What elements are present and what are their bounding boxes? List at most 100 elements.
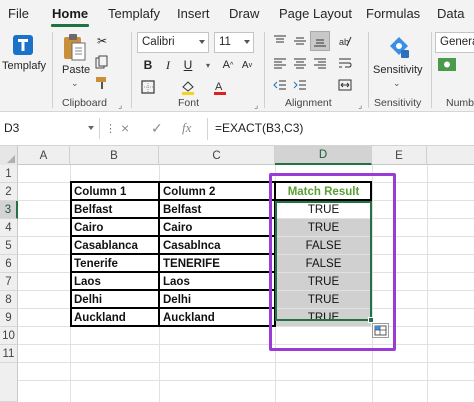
row-header-7[interactable]: 7 [0, 273, 18, 291]
align-middle-icon[interactable] [290, 31, 310, 51]
column-header-c[interactable]: C [159, 146, 275, 165]
tab-page-layout[interactable]: Page Layout [279, 6, 352, 21]
tab-formulas[interactable]: Formulas [366, 6, 420, 21]
active-tab-indicator [51, 24, 89, 27]
font-color-icon[interactable]: A [210, 77, 230, 97]
row-header-10[interactable]: 10 [0, 327, 18, 345]
row-header-2[interactable]: 2 [0, 183, 18, 201]
templafy-icon[interactable] [12, 34, 34, 56]
tab-templafy[interactable]: Templafy [108, 6, 160, 21]
group-separator [431, 32, 432, 108]
select-all-triangle-icon [7, 155, 15, 163]
align-center-icon[interactable] [290, 53, 310, 73]
align-bottom-icon[interactable] [310, 31, 330, 51]
paste-icon[interactable] [61, 33, 87, 63]
cancel-icon[interactable]: × [121, 120, 129, 136]
formula-input[interactable]: =EXACT(B3,C3) [215, 121, 303, 135]
copy-icon[interactable] [92, 52, 112, 72]
column-header-a[interactable]: A [18, 146, 70, 165]
table-border [70, 235, 275, 237]
table-border [70, 271, 275, 273]
row-header-8[interactable]: 8 [0, 291, 18, 309]
increase-font-size-button[interactable]: A ^ [218, 55, 238, 75]
table-border [158, 181, 160, 327]
gridline [427, 165, 428, 402]
formula-bar: D3 ⋮ × ✓ fx =EXACT(B3,C3) [0, 112, 474, 146]
chevron-down-icon [244, 40, 250, 44]
decrease-font-size-button[interactable]: Av [237, 55, 257, 75]
table-border [70, 325, 275, 327]
tab-file[interactable]: File [8, 6, 29, 21]
column-header-e[interactable]: E [372, 146, 427, 165]
more-options-icon[interactable]: ⋮ [105, 122, 116, 135]
accounting-format-icon[interactable] [437, 56, 459, 74]
underline-button[interactable]: U [178, 55, 198, 75]
clipboard-group-label: Clipboard [62, 97, 107, 109]
tab-data[interactable]: Data [437, 6, 464, 21]
paste-dropdown-chevron-icon[interactable]: ⌄ [71, 78, 79, 89]
row-header-11[interactable]: 11 [0, 345, 18, 363]
svg-text:A: A [215, 81, 223, 93]
column-header-f[interactable] [427, 146, 474, 165]
underline-dropdown-chevron-icon[interactable]: ▾ [198, 55, 218, 75]
gridline [18, 344, 474, 345]
row-header-5[interactable]: 5 [0, 237, 18, 255]
column-header-b[interactable]: B [70, 146, 159, 165]
align-top-icon[interactable] [270, 31, 290, 51]
italic-button[interactable]: I [158, 55, 178, 75]
tab-home[interactable]: Home [52, 6, 88, 21]
font-size-combo[interactable]: 11 [214, 32, 254, 53]
align-right-icon[interactable] [310, 53, 330, 73]
alignment-dialog-launcher-icon[interactable]: ⌟ [358, 100, 362, 111]
align-left-icon[interactable] [270, 53, 290, 73]
decrease-indent-icon[interactable] [270, 75, 290, 95]
bold-button[interactable]: B [138, 55, 158, 75]
clipboard-dialog-launcher-icon[interactable]: ⌟ [118, 100, 122, 111]
sensitivity-button-label[interactable]: Sensitivity [373, 64, 423, 76]
ribbon: Templafy Paste ⌄ ✂ Clipboard ⌟ Calibri 1… [0, 28, 474, 112]
orientation-icon[interactable]: ab [335, 31, 355, 51]
cut-icon[interactable]: ✂ [92, 31, 112, 51]
column-header-d[interactable]: D [275, 146, 372, 165]
select-all-button[interactable] [0, 146, 18, 165]
gridline [18, 362, 474, 363]
name-box-chevron-down-icon[interactable] [88, 126, 94, 130]
table-border [70, 181, 72, 327]
increase-indent-icon[interactable] [290, 75, 310, 95]
row-header-6[interactable]: 6 [0, 255, 18, 273]
table-border [70, 217, 275, 219]
group-separator [264, 32, 265, 108]
number-group-label: Numbe [446, 97, 474, 109]
font-dialog-launcher-icon[interactable]: ⌟ [254, 100, 258, 111]
group-separator [131, 32, 132, 108]
row-header-3[interactable]: 3 [0, 201, 18, 219]
row-header-1[interactable]: 1 [0, 165, 18, 183]
templafy-button-label[interactable]: Templafy [2, 60, 46, 72]
format-painter-icon[interactable] [92, 73, 112, 93]
chevron-down-icon [199, 40, 205, 44]
sensitivity-group-label: Sensitivity [374, 97, 422, 109]
number-format-combo[interactable]: General [435, 32, 474, 53]
fill-color-icon[interactable] [178, 77, 198, 97]
sensitivity-dropdown-chevron-icon[interactable]: ⌄ [393, 78, 401, 89]
name-box[interactable]: D3 [0, 118, 100, 139]
alignment-group-label: Alignment [285, 97, 332, 109]
wrap-text-icon[interactable] [335, 53, 355, 73]
sensitivity-icon[interactable] [387, 34, 411, 60]
insert-function-icon[interactable]: fx [182, 120, 191, 136]
tab-draw[interactable]: Draw [229, 6, 259, 21]
merge-center-icon[interactable] [335, 75, 355, 95]
enter-icon[interactable]: ✓ [151, 120, 163, 137]
row-header-9[interactable]: 9 [0, 309, 18, 327]
table-border [70, 253, 275, 255]
font-group-label: Font [178, 97, 200, 109]
gridline [18, 380, 474, 381]
font-name-combo[interactable]: Calibri [137, 32, 209, 53]
paste-button-label[interactable]: Paste [62, 64, 90, 76]
borders-icon[interactable] [138, 77, 158, 97]
tab-insert[interactable]: Insert [177, 6, 210, 21]
row-header-4[interactable]: 4 [0, 219, 18, 237]
table-border [70, 307, 275, 309]
highlight-annotation-box [269, 173, 396, 351]
formula-bar-separator [207, 118, 208, 140]
